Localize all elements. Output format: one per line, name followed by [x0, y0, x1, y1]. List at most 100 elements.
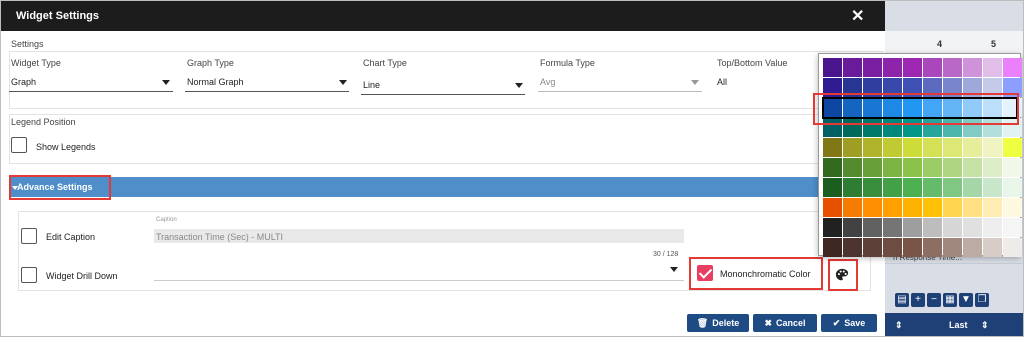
- color-swatch[interactable]: [923, 198, 942, 217]
- grid-icon[interactable]: ▦: [943, 293, 957, 307]
- top-bottom-value[interactable]: All: [717, 77, 727, 87]
- sort-icon[interactable]: ⇕: [981, 320, 989, 331]
- filter-icon[interactable]: ▼: [959, 293, 973, 307]
- color-swatch[interactable]: [863, 238, 882, 257]
- color-swatch[interactable]: [983, 238, 1002, 257]
- color-swatch[interactable]: [843, 198, 862, 217]
- color-swatch[interactable]: [923, 178, 942, 197]
- color-swatch[interactable]: [963, 158, 982, 177]
- color-swatch[interactable]: [843, 218, 862, 237]
- color-swatch[interactable]: [903, 138, 922, 157]
- color-swatch[interactable]: [1003, 218, 1022, 237]
- graph-type-value[interactable]: Normal Graph: [187, 77, 244, 87]
- color-swatch[interactable]: [943, 218, 962, 237]
- color-swatch[interactable]: [883, 138, 902, 157]
- color-swatch[interactable]: [923, 138, 942, 157]
- color-swatch[interactable]: [863, 158, 882, 177]
- show-legends-checkbox[interactable]: [11, 137, 27, 153]
- widget-drill-down-checkbox[interactable]: [21, 267, 37, 283]
- advance-settings-bar[interactable]: [9, 177, 875, 197]
- caret-down-icon[interactable]: [691, 80, 699, 85]
- color-swatch[interactable]: [903, 58, 922, 77]
- color-swatch[interactable]: [943, 198, 962, 217]
- color-swatch[interactable]: [823, 178, 842, 197]
- color-swatch[interactable]: [883, 238, 902, 257]
- color-swatch[interactable]: [843, 138, 862, 157]
- legend-box: [9, 114, 883, 164]
- color-swatch[interactable]: [843, 58, 862, 77]
- color-swatch[interactable]: [823, 198, 842, 217]
- color-swatch[interactable]: [823, 158, 842, 177]
- color-swatch[interactable]: [1003, 58, 1022, 77]
- color-swatch[interactable]: [983, 198, 1002, 217]
- color-swatch[interactable]: [923, 158, 942, 177]
- modal-title: Widget Settings: [16, 10, 100, 22]
- close-icon[interactable]: ✕: [851, 6, 864, 26]
- color-swatch[interactable]: [823, 218, 842, 237]
- color-swatch[interactable]: [863, 58, 882, 77]
- widget-type-value[interactable]: Graph: [11, 77, 36, 87]
- color-swatch[interactable]: [883, 58, 902, 77]
- color-swatch[interactable]: [943, 158, 962, 177]
- edit-caption-checkbox[interactable]: [21, 228, 37, 244]
- cancel-button[interactable]: ✖ Cancel: [753, 314, 817, 332]
- color-swatch[interactable]: [983, 158, 1002, 177]
- color-swatch[interactable]: [1003, 158, 1022, 177]
- color-swatch[interactable]: [983, 138, 1002, 157]
- color-swatch[interactable]: [903, 178, 922, 197]
- caret-down-icon[interactable]: [515, 83, 523, 88]
- delete-button[interactable]: 🗑 Delete: [687, 314, 749, 332]
- color-swatch[interactable]: [963, 138, 982, 157]
- drill-down-underline: [154, 280, 684, 281]
- caret-down-icon[interactable]: [670, 267, 678, 272]
- color-swatch[interactable]: [1003, 238, 1022, 257]
- color-swatch[interactable]: [843, 178, 862, 197]
- minus-icon[interactable]: −: [927, 293, 941, 307]
- color-swatch[interactable]: [943, 238, 962, 257]
- color-swatch[interactable]: [943, 138, 962, 157]
- color-swatch[interactable]: [963, 238, 982, 257]
- color-swatch[interactable]: [843, 238, 862, 257]
- color-swatch[interactable]: [963, 218, 982, 237]
- save-button[interactable]: ✔ Save: [821, 314, 877, 332]
- color-swatch[interactable]: [983, 58, 1002, 77]
- color-swatch[interactable]: [963, 58, 982, 77]
- color-swatch[interactable]: [903, 218, 922, 237]
- color-swatch[interactable]: [923, 58, 942, 77]
- color-swatch[interactable]: [903, 198, 922, 217]
- color-swatch[interactable]: [883, 178, 902, 197]
- color-swatch[interactable]: [823, 138, 842, 157]
- color-swatch[interactable]: [983, 178, 1002, 197]
- color-swatch[interactable]: [903, 238, 922, 257]
- color-swatch[interactable]: [943, 58, 962, 77]
- color-swatch[interactable]: [843, 158, 862, 177]
- chart-type-value[interactable]: Line: [363, 80, 380, 90]
- sort-icon[interactable]: ⇕: [895, 320, 903, 331]
- color-swatch[interactable]: [923, 218, 942, 237]
- color-swatch[interactable]: [943, 178, 962, 197]
- caret-down-icon[interactable]: [339, 80, 347, 85]
- document-icon[interactable]: ▤: [895, 293, 909, 307]
- caret-down-icon[interactable]: [162, 80, 170, 85]
- color-swatch[interactable]: [863, 138, 882, 157]
- color-swatch[interactable]: [1003, 178, 1022, 197]
- color-swatch[interactable]: [963, 178, 982, 197]
- color-swatch[interactable]: [863, 218, 882, 237]
- color-swatch[interactable]: [823, 238, 842, 257]
- color-swatch[interactable]: [883, 218, 902, 237]
- color-swatch[interactable]: [1003, 198, 1022, 217]
- copy-icon[interactable]: ❐: [975, 293, 989, 307]
- color-swatch[interactable]: [823, 58, 842, 77]
- color-swatch[interactable]: [903, 158, 922, 177]
- color-swatch[interactable]: [863, 198, 882, 217]
- color-swatch[interactable]: [883, 198, 902, 217]
- color-swatch[interactable]: [963, 198, 982, 217]
- plus-icon[interactable]: +: [911, 293, 925, 307]
- formula-type-value[interactable]: Avg: [540, 77, 555, 87]
- color-swatch[interactable]: [883, 158, 902, 177]
- color-swatch[interactable]: [923, 238, 942, 257]
- color-swatch[interactable]: [1003, 138, 1022, 157]
- caption-input[interactable]: Transaction Time (Sec) - MULTI: [154, 229, 684, 243]
- color-swatch[interactable]: [983, 218, 1002, 237]
- color-swatch[interactable]: [863, 178, 882, 197]
